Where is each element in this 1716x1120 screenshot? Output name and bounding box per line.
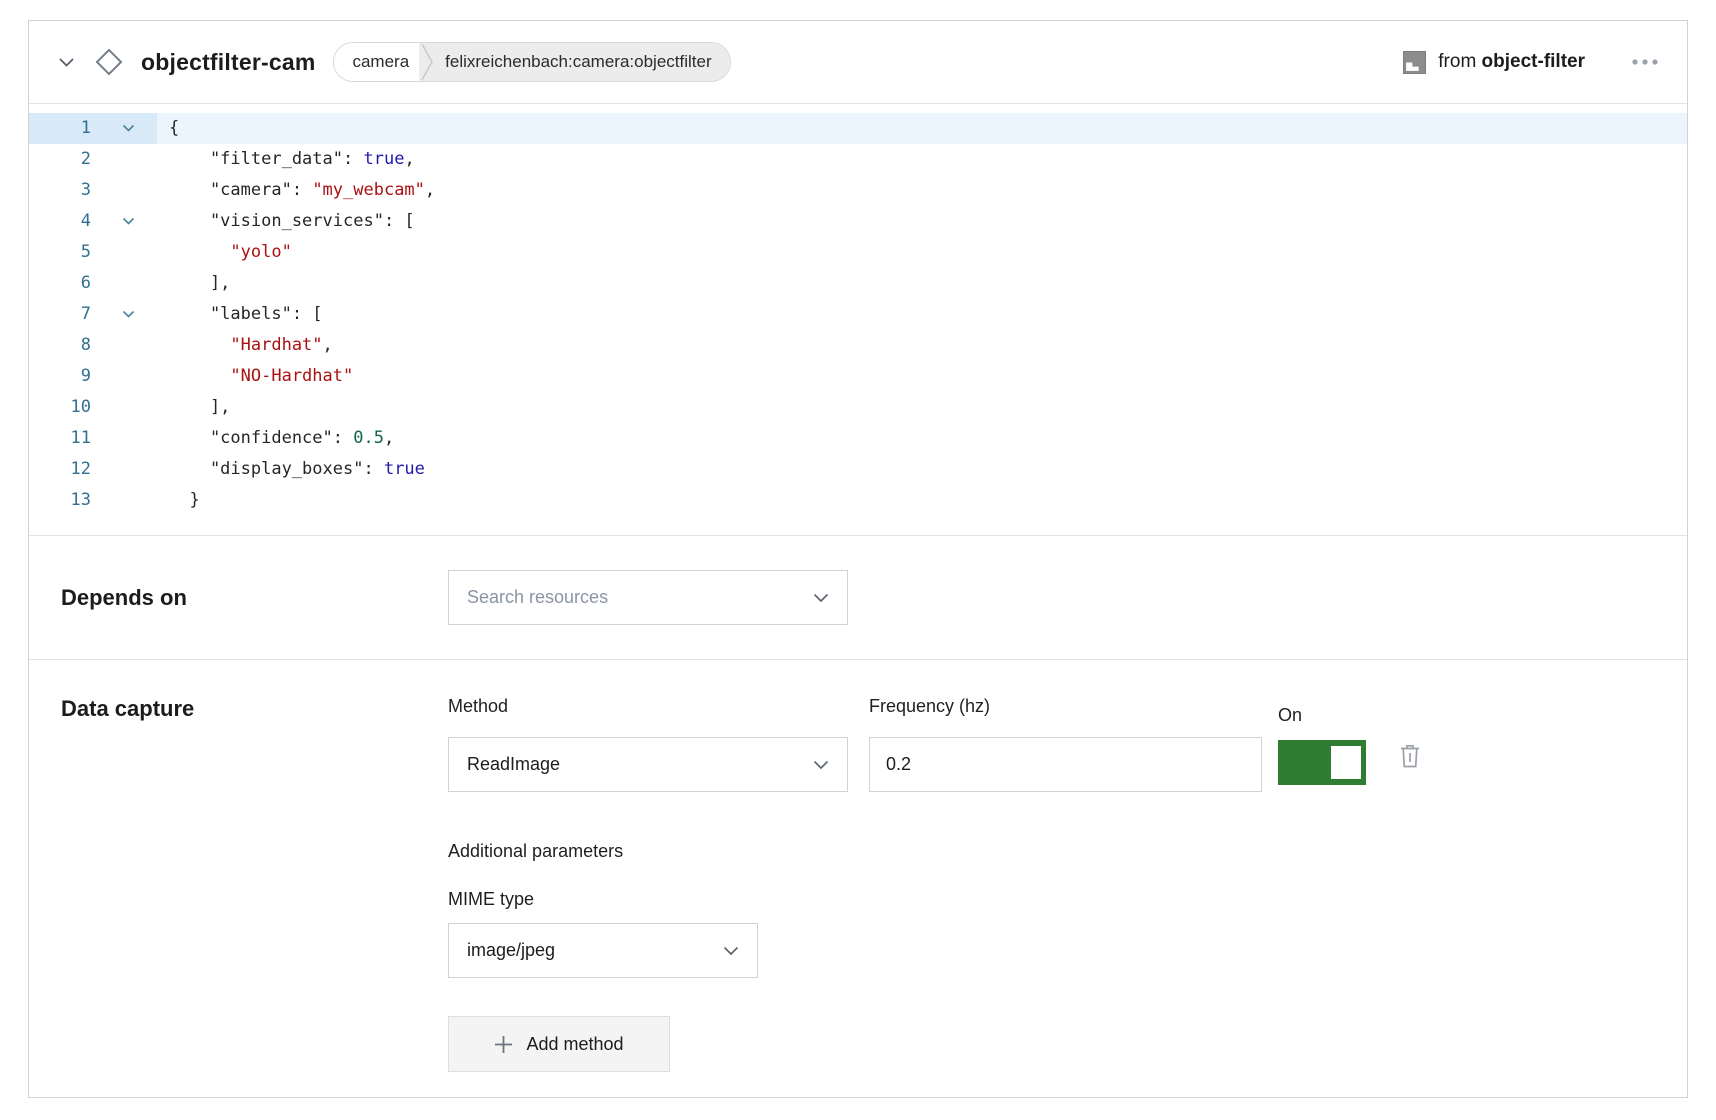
method-value: ReadImage (467, 754, 813, 775)
line-number: 12 (29, 454, 99, 485)
data-capture-heading: Data capture (61, 696, 448, 1072)
line-number: 13 (29, 485, 99, 516)
toggle-on-label: On (1278, 705, 1366, 726)
fold-spacer (99, 237, 157, 268)
plus-icon (494, 1035, 513, 1054)
code-line[interactable]: 2 "filter_data": true, (29, 144, 1687, 175)
code-line-text: "camera": "my_webcam", (157, 175, 435, 206)
code-line[interactable]: 8 "Hardhat", (29, 330, 1687, 361)
type-badge: camera (334, 43, 419, 81)
fold-spacer (99, 392, 157, 423)
code-line[interactable]: 3 "camera": "my_webcam", (29, 175, 1687, 206)
code-line[interactable]: 9 "NO-Hardhat" (29, 361, 1687, 392)
line-number: 7 (29, 299, 99, 330)
delete-method-button[interactable] (1397, 742, 1423, 770)
code-line-text: ], (157, 392, 230, 423)
code-line-text: "confidence": 0.5, (157, 423, 394, 454)
additional-parameters-label: Additional parameters (448, 841, 1661, 862)
data-capture-section: Data capture Method ReadImage Frequency … (29, 660, 1687, 1102)
chevron-down-icon (58, 57, 75, 68)
line-number: 2 (29, 144, 99, 175)
frequency-label: Frequency (hz) (869, 696, 1262, 717)
line-number: 8 (29, 330, 99, 361)
code-line-text: ], (157, 268, 230, 299)
frequency-input[interactable] (869, 737, 1262, 792)
fold-spacer (99, 361, 157, 392)
line-number: 4 (29, 206, 99, 237)
fold-spacer (99, 485, 157, 516)
card-header: objectfilter-cam camera felixreichenbach… (29, 21, 1687, 104)
chevron-down-icon (813, 593, 829, 603)
fold-spacer (99, 454, 157, 485)
component-diamond-icon (93, 46, 125, 78)
code-line[interactable]: 11 "confidence": 0.5, (29, 423, 1687, 454)
resource-title: objectfilter-cam (141, 49, 315, 76)
code-editor[interactable]: 1{2 "filter_data": true,3 "camera": "my_… (29, 104, 1687, 536)
code-line[interactable]: 5 "yolo" (29, 237, 1687, 268)
code-line-text: "display_boxes": true (157, 454, 425, 485)
search-resources-placeholder: Search resources (467, 587, 813, 608)
code-line-text: "filter_data": true, (157, 144, 415, 175)
line-number: 5 (29, 237, 99, 268)
module-icon (1403, 51, 1426, 74)
data-capture-toggle[interactable] (1278, 740, 1366, 785)
toggle-knob (1331, 746, 1361, 779)
line-number: 1 (29, 113, 99, 144)
code-line[interactable]: 10 ], (29, 392, 1687, 423)
chevron-down-icon (813, 760, 829, 770)
code-line-text: "Hardhat", (157, 330, 333, 361)
line-number: 3 (29, 175, 99, 206)
fold-spacer (99, 268, 157, 299)
method-select[interactable]: ReadImage (448, 737, 848, 792)
line-number: 9 (29, 361, 99, 392)
fold-chevron-icon[interactable] (99, 299, 157, 330)
fold-chevron-icon[interactable] (99, 113, 157, 144)
code-line-text: "labels": [ (157, 299, 323, 330)
ellipsis-icon (1631, 58, 1659, 66)
code-line-text: "NO-Hardhat" (157, 361, 353, 392)
code-line-text: "vision_services": [ (157, 206, 415, 237)
fold-chevron-icon[interactable] (99, 206, 157, 237)
code-line[interactable]: 7 "labels": [ (29, 299, 1687, 330)
resource-card: objectfilter-cam camera felixreichenbach… (28, 20, 1688, 1098)
code-line[interactable]: 13 } (29, 485, 1687, 516)
fold-spacer (99, 144, 157, 175)
collapse-button[interactable] (53, 49, 79, 75)
code-line[interactable]: 12 "display_boxes": true (29, 454, 1687, 485)
model-badge: felixreichenbach:camera:objectfilter (435, 43, 729, 81)
line-number: 10 (29, 392, 99, 423)
depends-on-section: Depends on Search resources (29, 536, 1687, 660)
depends-on-heading: Depends on (61, 585, 448, 611)
chevron-down-icon (723, 946, 739, 956)
fold-spacer (99, 330, 157, 361)
add-method-button[interactable]: Add method (448, 1016, 670, 1072)
add-method-label: Add method (526, 1034, 623, 1055)
code-line-text: } (157, 485, 200, 516)
badge-separator-chevron-icon (419, 43, 435, 81)
from-module-label: from object-filter (1438, 51, 1585, 73)
code-line[interactable]: 6 ], (29, 268, 1687, 299)
code-line-text: "yolo" (157, 237, 292, 268)
trash-icon (1399, 743, 1421, 769)
fold-spacer (99, 423, 157, 454)
depends-on-search-select[interactable]: Search resources (448, 570, 848, 625)
mime-type-label: MIME type (448, 889, 1661, 910)
method-label: Method (448, 696, 848, 717)
resource-type-model-badge: camera felixreichenbach:camera:objectfil… (333, 42, 730, 82)
code-line-text: { (157, 113, 179, 144)
code-line[interactable]: 4 "vision_services": [ (29, 206, 1687, 237)
code-line[interactable]: 1{ (29, 113, 1687, 144)
mime-type-value: image/jpeg (467, 940, 723, 961)
mime-type-select[interactable]: image/jpeg (448, 923, 758, 978)
line-number: 11 (29, 423, 99, 454)
more-menu-button[interactable] (1627, 49, 1663, 75)
fold-spacer (99, 175, 157, 206)
line-number: 6 (29, 268, 99, 299)
